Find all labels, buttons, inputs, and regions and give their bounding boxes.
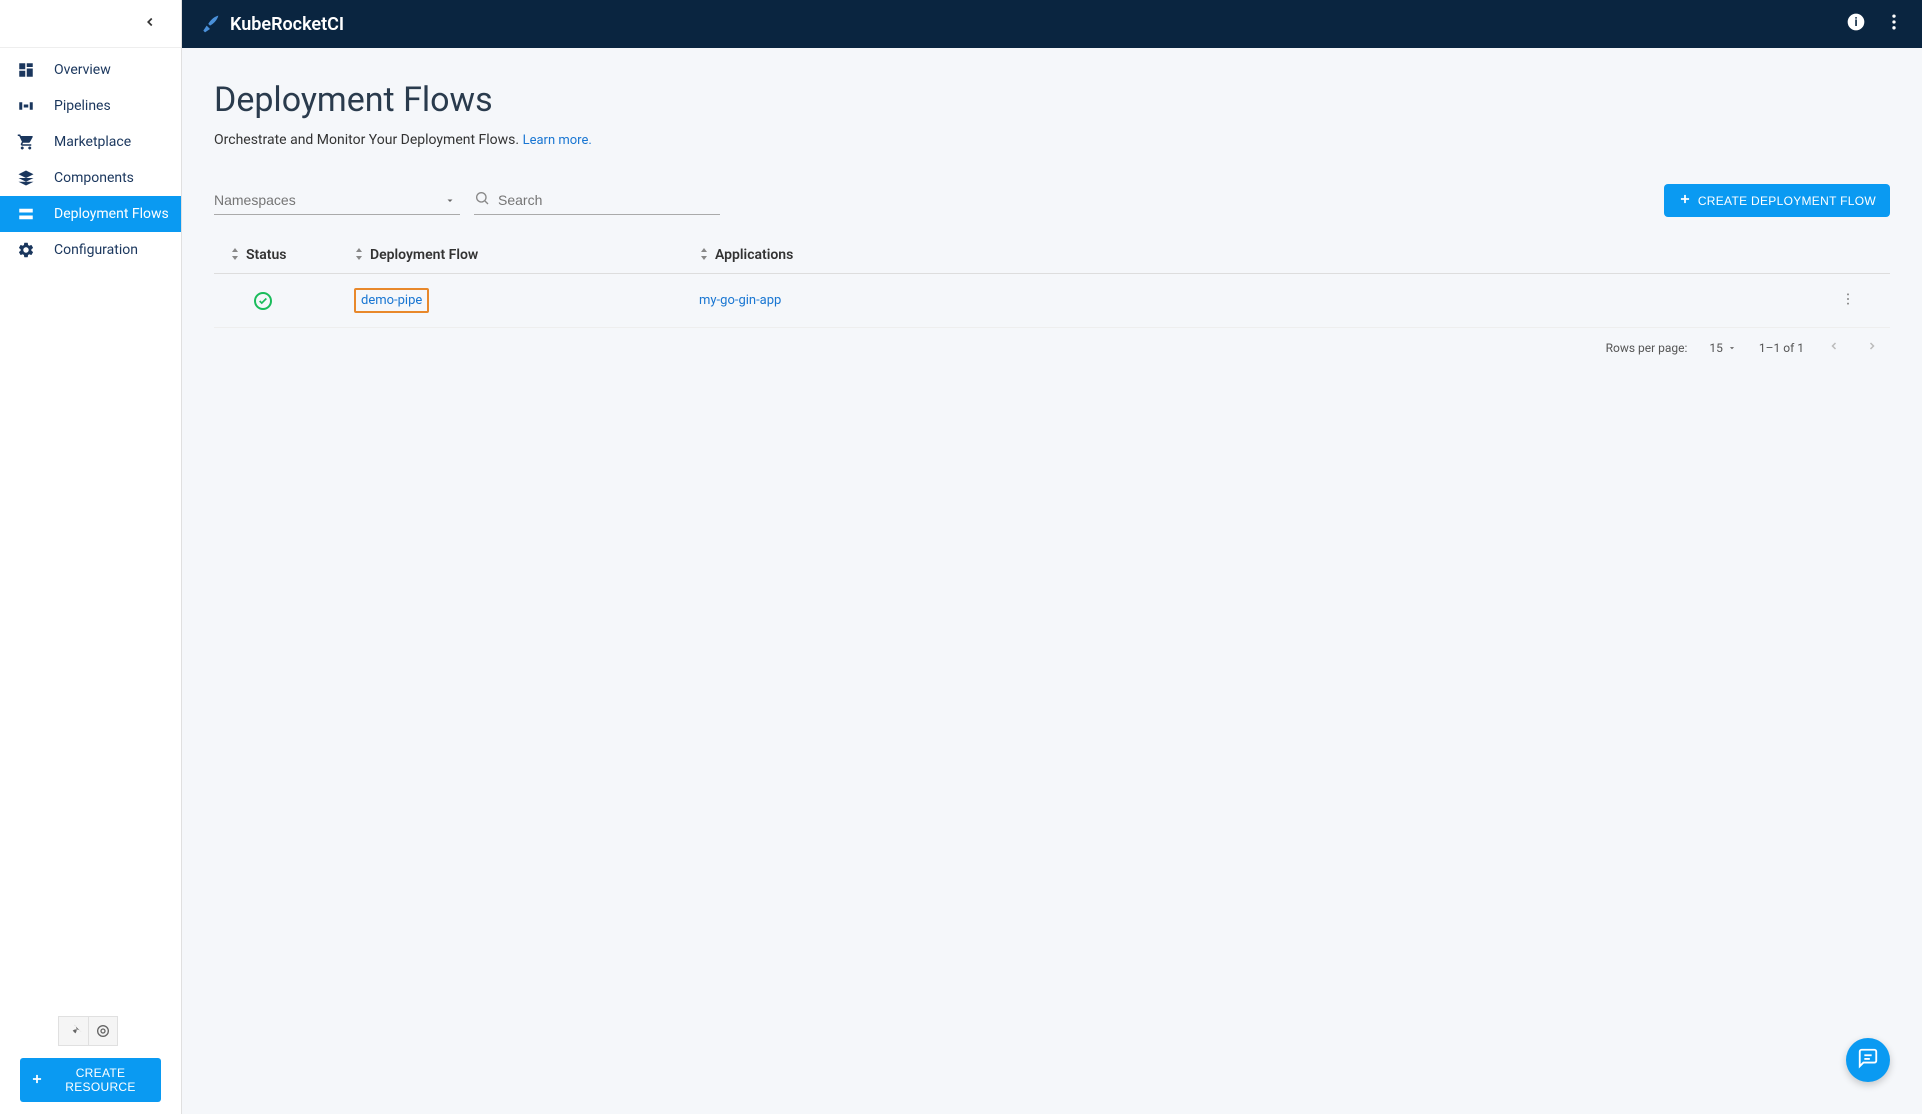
page-subtitle: Orchestrate and Monitor Your Deployment …: [214, 132, 1890, 148]
rocket-icon-button[interactable]: [58, 1016, 88, 1046]
main: KubeRocketCI i Deployment Flows Orchestr…: [182, 0, 1922, 1114]
pagination-range: 1–1 of 1: [1759, 341, 1804, 355]
row-actions: [1840, 291, 1880, 311]
sidebar-item-label: Deployment Flows: [54, 206, 169, 222]
content: Deployment Flows Orchestrate and Monitor…: [182, 48, 1922, 1114]
column-apps-label: Applications: [715, 247, 793, 263]
search-field[interactable]: [474, 186, 720, 215]
sidebar-item-label: Components: [54, 170, 134, 186]
filters-row: CREATE DEPLOYMENT FLOW: [214, 184, 1890, 217]
sidebar-item-label: Marketplace: [54, 134, 131, 150]
column-status-label: Status: [246, 247, 286, 263]
table-header: Status Deployment Flow Applications: [214, 237, 1890, 274]
namespaces-input[interactable]: [214, 186, 460, 215]
sidebar-item-label: Pipelines: [54, 98, 111, 114]
brand[interactable]: KubeRocketCI: [200, 14, 344, 35]
sidebar-footer: CREATE RESOURCE: [0, 1004, 181, 1114]
more-vert-icon[interactable]: [1884, 12, 1904, 36]
sidebar-item-deployment-flows[interactable]: Deployment Flows: [0, 196, 181, 232]
sidebar-item-label: Overview: [54, 62, 111, 78]
chat-fab[interactable]: [1846, 1038, 1890, 1082]
sort-icon: [354, 248, 364, 263]
sort-icon: [230, 248, 240, 263]
flows-icon: [16, 204, 36, 224]
namespaces-select[interactable]: [214, 186, 460, 215]
topbar: KubeRocketCI i: [182, 0, 1922, 48]
row-more-icon[interactable]: [1840, 296, 1856, 311]
rows-value: 15: [1709, 341, 1723, 355]
next-page-button[interactable]: [1864, 340, 1880, 355]
search-input[interactable]: [498, 192, 720, 208]
prev-page-button[interactable]: [1826, 340, 1842, 355]
filters-left: [214, 186, 720, 215]
column-flow[interactable]: Deployment Flow: [354, 247, 699, 263]
flow-link[interactable]: demo-pipe: [354, 288, 429, 313]
chat-icon: [1857, 1047, 1879, 1073]
subtitle-text: Orchestrate and Monitor Your Deployment …: [214, 132, 519, 148]
create-flow-label: CREATE DEPLOYMENT FLOW: [1698, 194, 1876, 208]
row-apps: my-go-gin-app: [699, 293, 1840, 308]
sidebar-item-configuration[interactable]: Configuration: [0, 232, 181, 268]
sidebar-item-marketplace[interactable]: Marketplace: [0, 124, 181, 160]
column-flow-label: Deployment Flow: [370, 247, 478, 263]
rocket-icon: [200, 14, 220, 34]
dropdown-icon: [1727, 343, 1737, 353]
sidebar: Overview Pipelines Marketplace Component…: [0, 0, 182, 1114]
create-resource-button[interactable]: CREATE RESOURCE: [20, 1058, 161, 1102]
svg-text:i: i: [1854, 15, 1857, 29]
create-deployment-flow-button[interactable]: CREATE DEPLOYMENT FLOW: [1664, 184, 1890, 217]
create-resource-label: CREATE RESOURCE: [50, 1066, 151, 1094]
rows-per-page-label: Rows per page:: [1606, 341, 1688, 355]
footer-icon-group: [58, 1016, 161, 1046]
row-flow: demo-pipe: [354, 288, 699, 313]
sidebar-top: [0, 0, 181, 48]
table-footer: Rows per page: 15 1–1 of 1: [214, 328, 1890, 367]
column-status[interactable]: Status: [224, 247, 354, 263]
column-apps[interactable]: Applications: [699, 247, 1840, 263]
page-title: Deployment Flows: [214, 80, 1890, 120]
sidebar-item-components[interactable]: Components: [0, 160, 181, 196]
brand-name: KubeRocketCI: [230, 14, 344, 35]
pipelines-icon: [16, 96, 36, 116]
sort-icon: [699, 248, 709, 263]
sidebar-nav: Overview Pipelines Marketplace Component…: [0, 48, 181, 1004]
plus-icon: [30, 1072, 44, 1089]
info-icon[interactable]: i: [1846, 12, 1866, 36]
plus-icon: [1678, 192, 1692, 209]
table-row: demo-pipe my-go-gin-app: [214, 274, 1890, 328]
layers-icon: [16, 168, 36, 188]
row-status: [224, 292, 354, 310]
learn-more-link[interactable]: Learn more.: [523, 133, 592, 148]
sidebar-item-overview[interactable]: Overview: [0, 52, 181, 88]
dashboard-icon: [16, 60, 36, 80]
collapse-sidebar-button[interactable]: [143, 14, 157, 33]
gear-icon: [16, 240, 36, 260]
sidebar-item-pipelines[interactable]: Pipelines: [0, 88, 181, 124]
settings-icon-button[interactable]: [88, 1016, 118, 1046]
status-ok-icon: [254, 292, 272, 310]
topbar-actions: i: [1846, 12, 1904, 36]
rows-per-page-select[interactable]: 15: [1709, 341, 1737, 355]
search-icon: [474, 190, 490, 210]
cart-icon: [16, 132, 36, 152]
app-link[interactable]: my-go-gin-app: [699, 293, 781, 308]
sidebar-item-label: Configuration: [54, 242, 138, 258]
